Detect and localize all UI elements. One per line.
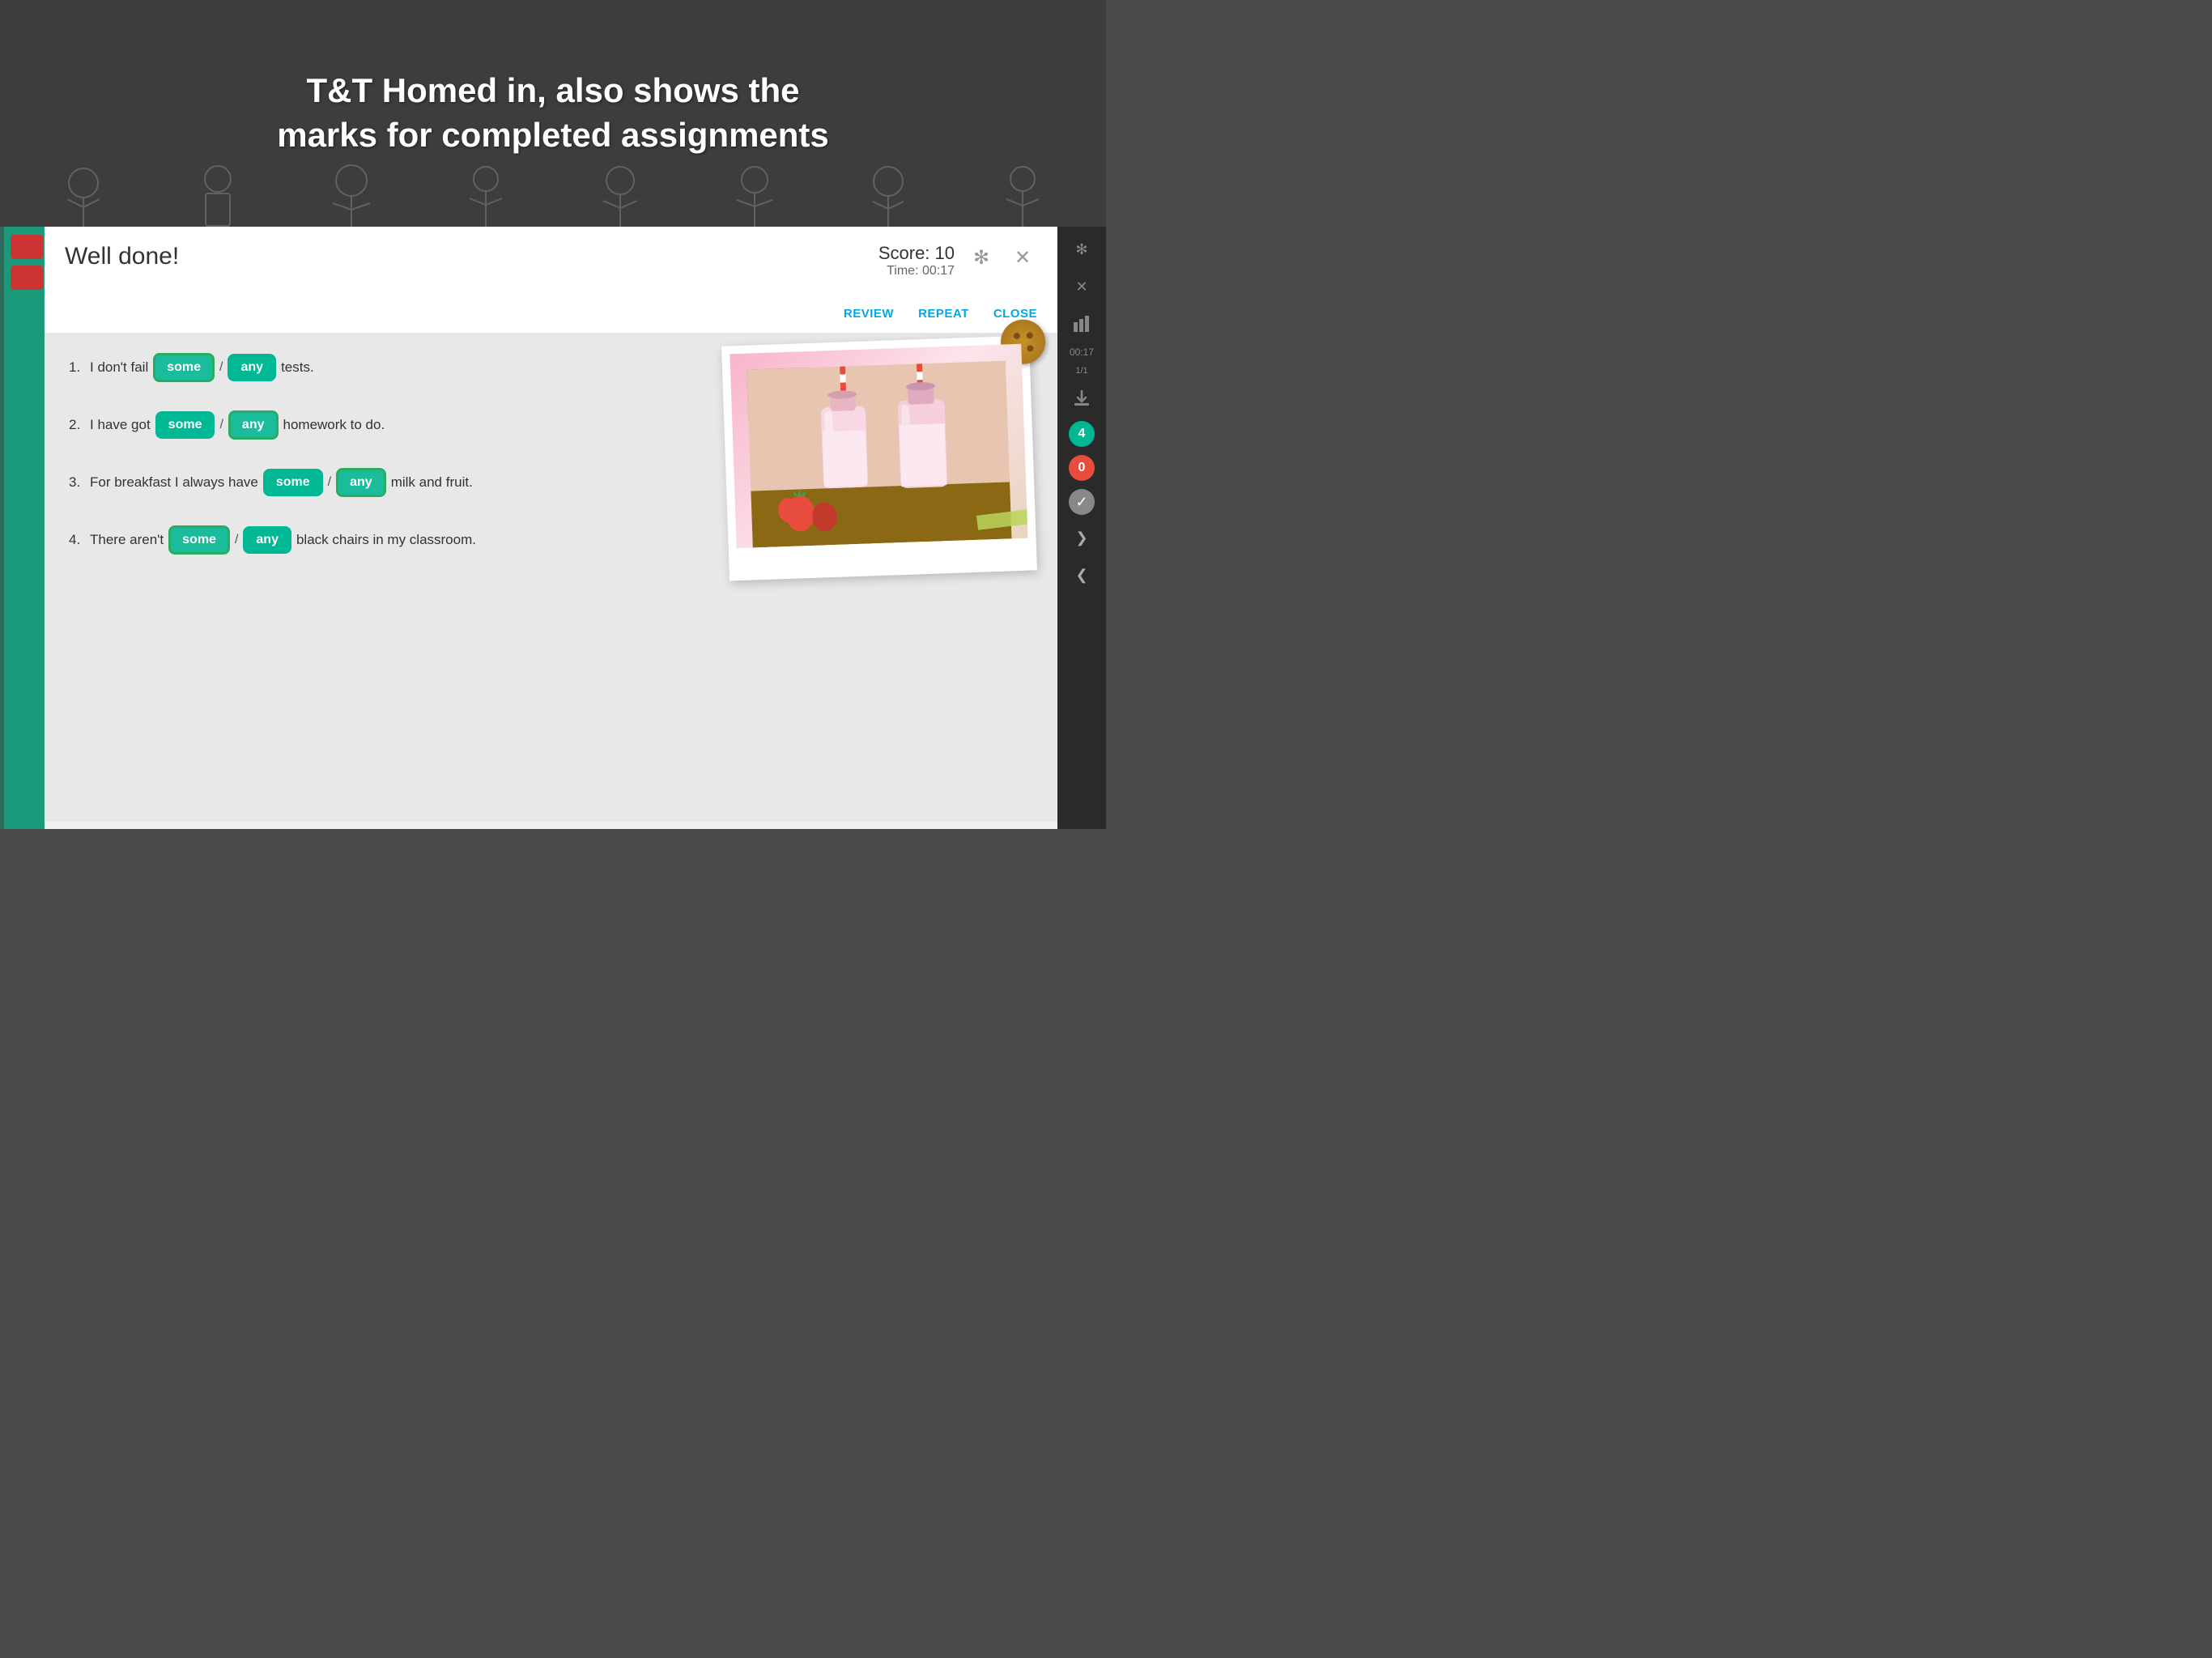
sentence-1-word2[interactable]: any [228, 354, 276, 381]
well-done-text: Well done! [65, 243, 179, 270]
asterisk-button[interactable]: ✻ [967, 243, 996, 272]
sentence-2-text-before: I have got [90, 417, 151, 433]
sentence-2-word2[interactable]: any [228, 410, 279, 440]
sentence-2-word1[interactable]: some [155, 411, 215, 439]
sentence-2-separator: / [219, 418, 223, 432]
title-line2: marks for completed assignments [277, 116, 829, 154]
polaroid-image: SAMOA [730, 344, 1027, 548]
right-sidebar: ✻ ✕ 00:17 1/1 4 0 ✓ ❯ ❮ [1057, 227, 1106, 829]
sentence-4-text-after: black chairs in my classroom. [296, 532, 476, 548]
sentence-4-word2[interactable]: any [243, 526, 291, 554]
review-button[interactable]: REVIEW [844, 303, 894, 325]
score-correct-badge: 4 [1069, 421, 1095, 447]
main-panel: Well done! Score: 10 Time: 00:17 ✻ ✕ REV… [45, 227, 1057, 829]
sentence-4-text-before: There aren't [90, 532, 164, 548]
score-incorrect-badge: 0 [1069, 455, 1095, 481]
sentence-1-number: 1. [69, 359, 85, 376]
sentence-4-word1[interactable]: some [168, 525, 230, 555]
sentence-4-number: 4. [69, 532, 85, 548]
polaroid-frame: SAMOA [721, 335, 1037, 580]
sentence-2-text-after: homework to do. [283, 417, 385, 433]
image-area: SAMOA [725, 341, 1033, 576]
time-text: Time: 00:17 [878, 264, 955, 278]
title-line1: T&T Homed in, also shows the [306, 71, 799, 109]
header-top: Well done! Score: 10 Time: 00:17 ✻ ✕ [65, 243, 1037, 278]
left-tab-2 [11, 266, 43, 290]
sentence-3-word2[interactable]: any [336, 468, 386, 497]
download-icon[interactable] [1067, 384, 1096, 413]
title-area: T&T Homed in, also shows the marks for c… [0, 0, 1106, 227]
sentence-3-text-after: milk and fruit. [391, 474, 473, 491]
sentence-1-separator: / [219, 360, 223, 375]
score-area: Score: 10 Time: 00:17 [878, 243, 955, 278]
left-sidebar [0, 227, 45, 829]
title-text: T&T Homed in, also shows the marks for c… [277, 69, 829, 157]
sentence-3: 3. For breakfast I always have some / an… [69, 468, 599, 497]
sentence-2-number: 2. [69, 417, 85, 433]
sidebar-time: 00:17 [1070, 346, 1094, 358]
sentence-1: 1. I don't fail some / any tests. [69, 353, 599, 382]
sentence-3-separator: / [328, 475, 331, 490]
bar-chart-icon[interactable] [1067, 309, 1096, 338]
header-actions: REVIEW REPEAT CLOSE [65, 295, 1037, 333]
sentence-3-word1[interactable]: some [263, 469, 323, 496]
sentence-1-word1[interactable]: some [153, 353, 215, 382]
score-text: Score: 10 [878, 243, 955, 264]
panel-header: Well done! Score: 10 Time: 00:17 ✻ ✕ REV… [45, 227, 1057, 333]
sentence-4: 4. There aren't some / any black chairs … [69, 525, 599, 555]
repeat-button[interactable]: REPEAT [918, 303, 969, 325]
sentence-1-text-before: I don't fail [90, 359, 148, 376]
panel-content: 1. I don't fail some / any tests. 2. I h… [45, 333, 1057, 822]
arrow-left-icon[interactable]: ❮ [1067, 560, 1096, 589]
sentence-3-number: 3. [69, 474, 85, 491]
close-x-button[interactable]: ✕ [1008, 243, 1037, 272]
sidebar-page: 1/1 [1075, 366, 1087, 376]
sentence-3-text-before: For breakfast I always have [90, 474, 258, 491]
arrow-right-icon[interactable]: ❯ [1067, 523, 1096, 552]
sentence-2: 2. I have got some / any homework to do. [69, 410, 599, 440]
left-sidebar-inner [4, 227, 49, 829]
milk-bottles-svg [747, 360, 1011, 547]
asterisk-icon[interactable]: ✻ [1067, 235, 1096, 264]
sentence-4-separator: / [235, 533, 238, 547]
sentence-1-text-after: tests. [281, 359, 314, 376]
left-tab-1 [11, 235, 43, 259]
check-icon: ✓ [1069, 489, 1095, 515]
sentences-area: 1. I don't fail some / any tests. 2. I h… [69, 353, 599, 555]
close-x-icon[interactable]: ✕ [1067, 272, 1096, 301]
